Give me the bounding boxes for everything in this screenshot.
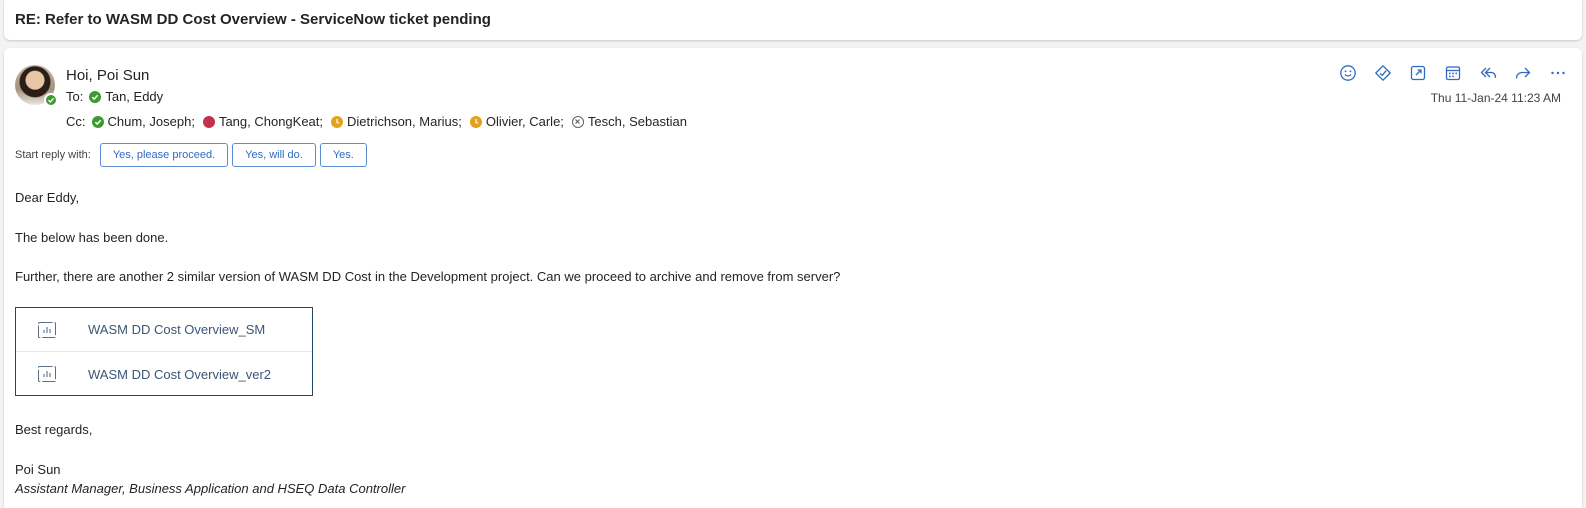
signature-title: Assistant Manager, Business Application … xyxy=(15,481,406,496)
cc-recipient[interactable]: Dietrichson, Marius; xyxy=(331,114,462,129)
sent-timestamp: Thu 11-Jan-24 11:23 AM xyxy=(1430,91,1561,105)
loop-icon[interactable] xyxy=(1372,62,1393,83)
linked-item[interactable]: WASM DD Cost Overview_SM xyxy=(16,308,312,352)
message-actions xyxy=(1337,62,1568,83)
avatar[interactable] xyxy=(15,65,58,107)
suggested-reply-button[interactable]: Yes, please proceed. xyxy=(99,143,229,167)
linked-items-table: WASM DD Cost Overview_SM WASM DD Cost Ov… xyxy=(15,307,313,396)
calendar-icon[interactable] xyxy=(1442,62,1463,83)
signature-name: Poi Sun xyxy=(15,462,61,477)
available-status-icon xyxy=(89,90,102,103)
greeting: Dear Eddy, xyxy=(15,190,80,205)
to-label: To: xyxy=(66,89,84,104)
more-icon[interactable] xyxy=(1547,62,1568,83)
smile-icon[interactable] xyxy=(1337,62,1358,83)
body-paragraph: The below has been done. xyxy=(15,230,169,245)
open-in-window-icon[interactable] xyxy=(1407,62,1428,83)
linked-item[interactable]: WASM DD Cost Overview_ver2 xyxy=(16,352,312,396)
offline-status-icon xyxy=(571,115,584,128)
busy-status-icon xyxy=(202,115,215,128)
sender-name[interactable]: Hoi, Poi Sun xyxy=(66,67,149,84)
email-subject: RE: Refer to WASM DD Cost Overview - Ser… xyxy=(15,11,491,28)
subject-bar: RE: Refer to WASM DD Cost Overview - Ser… xyxy=(4,0,1582,40)
linked-item-name: WASM DD Cost Overview_SM xyxy=(88,322,266,337)
recipient-name: Dietrichson, Marius; xyxy=(347,114,462,129)
cc-line: Cc: Chum, Joseph; Tang, ChongKeat; Dietr… xyxy=(66,114,695,129)
body-paragraph: Further, there are another 2 similar ver… xyxy=(15,269,841,284)
suggested-reply-button[interactable]: Yes. xyxy=(319,143,367,167)
cc-recipient[interactable]: Tesch, Sebastian xyxy=(571,114,687,129)
available-status-icon xyxy=(91,115,104,128)
recipient-name: Chum, Joseph; xyxy=(107,114,195,129)
recipient-name: Olivier, Carle; xyxy=(485,114,564,129)
linked-item-name: WASM DD Cost Overview_ver2 xyxy=(88,366,271,382)
recipient-name: Tan, Eddy xyxy=(105,89,164,104)
forward-icon[interactable] xyxy=(1512,62,1533,83)
cc-recipient[interactable]: Tang, ChongKeat; xyxy=(202,114,324,129)
suggested-replies: Start reply with: Yes, please proceed. Y… xyxy=(15,143,371,167)
cc-recipient[interactable]: Olivier, Carle; xyxy=(469,114,564,129)
suggested-replies-label: Start reply with: xyxy=(15,149,91,161)
closing: Best regards, xyxy=(15,422,93,437)
report-chart-icon xyxy=(38,321,56,338)
away-clock-status-icon xyxy=(331,115,344,128)
cc-recipient[interactable]: Chum, Joseph; xyxy=(91,114,195,129)
recipient-name: Tesch, Sebastian xyxy=(587,114,687,129)
away-clock-status-icon xyxy=(469,115,482,128)
recipient-name: Tang, ChongKeat; xyxy=(218,114,324,129)
cc-label: Cc: xyxy=(66,114,86,129)
suggested-reply-button[interactable]: Yes, will do. xyxy=(232,143,316,167)
reply-all-icon[interactable] xyxy=(1477,62,1498,83)
reading-pane: Hoi, Poi Sun To: Tan, Eddy Cc: Chum, Jos… xyxy=(4,48,1582,508)
report-chart-icon xyxy=(38,366,56,382)
to-recipient[interactable]: Tan, Eddy xyxy=(89,89,163,104)
presence-available-icon xyxy=(44,93,58,107)
to-line: To: Tan, Eddy xyxy=(66,89,171,104)
